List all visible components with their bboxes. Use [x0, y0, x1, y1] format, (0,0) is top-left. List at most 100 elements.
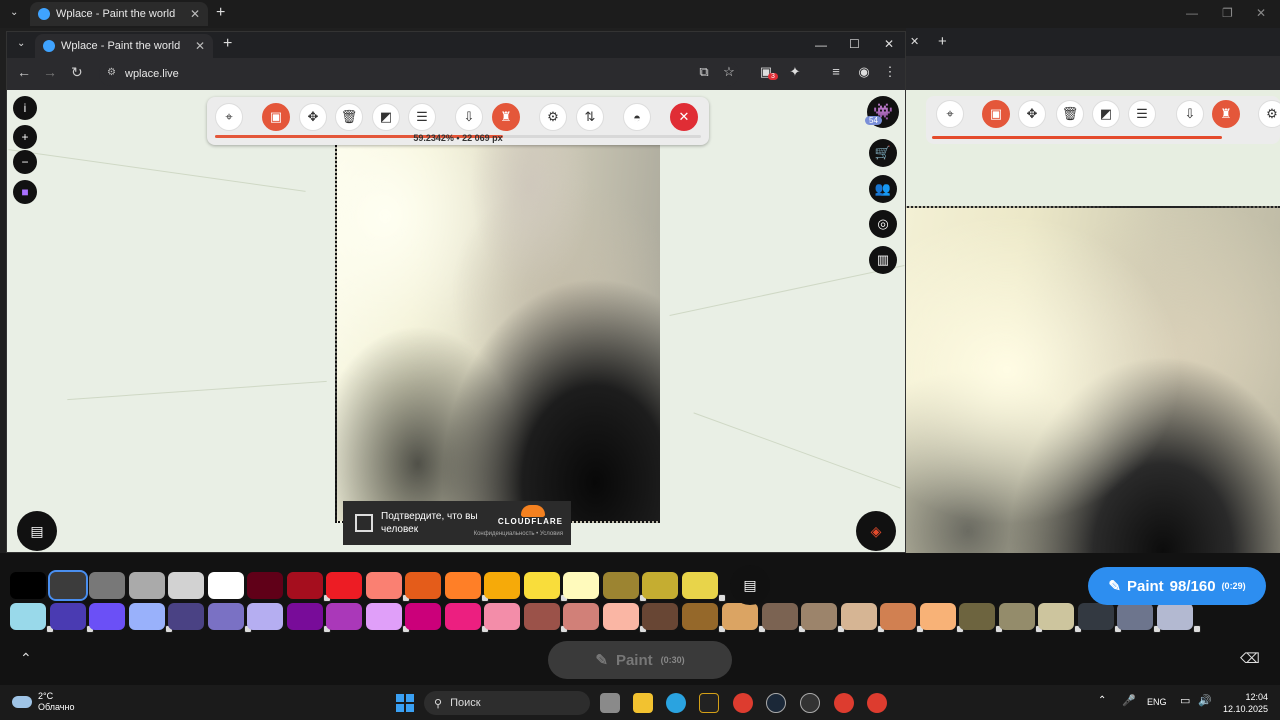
settings-icon[interactable]: ⚙	[539, 103, 567, 131]
bg-map-toggle-button[interactable]: ▤	[730, 565, 770, 605]
new-tab-icon[interactable]: +	[223, 35, 232, 53]
map-toggle-button[interactable]: ▤	[17, 511, 57, 551]
color-swatch[interactable]	[168, 603, 204, 630]
zoom-out-button[interactable]: −	[13, 150, 37, 174]
crosshair-icon[interactable]: ⌖	[215, 103, 243, 131]
close-window-icon[interactable]: ✕	[1256, 6, 1266, 20]
start-button[interactable]	[396, 694, 414, 712]
menu-icon[interactable]: ⋮	[883, 65, 897, 79]
clock[interactable]: 12:04 12.10.2025	[1216, 691, 1268, 715]
settings-icon[interactable]: ⚙	[1258, 100, 1280, 128]
color-swatch[interactable]	[801, 603, 837, 630]
color-swatch[interactable]	[880, 603, 916, 630]
color-swatch[interactable]	[563, 572, 599, 599]
color-swatch[interactable]	[128, 603, 165, 630]
search-location-button[interactable]: ◎	[869, 210, 897, 238]
new-tab-icon[interactable]: +	[216, 4, 225, 22]
resize-icon[interactable]: ◩	[372, 103, 400, 131]
color-swatch[interactable]	[10, 572, 46, 599]
color-swatch[interactable]	[89, 603, 125, 630]
resize-icon[interactable]: ◩	[1092, 100, 1120, 128]
layers-icon[interactable]: ☰	[1128, 100, 1156, 128]
color-swatch[interactable]	[247, 572, 283, 599]
sort-icon[interactable]: ⇅	[576, 103, 604, 131]
close-toolbar-button[interactable]: ✕	[670, 103, 698, 131]
color-swatch[interactable]	[444, 572, 481, 599]
fg-tab-wplace[interactable]: Wplace - Paint the world ✕	[35, 34, 213, 58]
color-swatch[interactable]	[89, 572, 125, 599]
color-swatch[interactable]	[602, 603, 639, 630]
puzzle-icon[interactable]: ✦	[788, 65, 802, 79]
color-swatch[interactable]	[10, 603, 46, 630]
color-swatch[interactable]	[523, 603, 560, 630]
reload-icon[interactable]: ↻	[71, 64, 83, 81]
color-swatch[interactable]	[761, 603, 798, 630]
locate-button[interactable]: ◈	[856, 511, 896, 551]
eraser-icon[interactable]: ⌫	[1240, 650, 1260, 667]
minimize-icon[interactable]: —	[1186, 6, 1198, 20]
color-swatch[interactable]	[286, 572, 323, 599]
openai-icon[interactable]	[800, 693, 820, 713]
discord-icon[interactable]: ◓	[623, 103, 651, 131]
chrome-icon[interactable]	[834, 693, 854, 713]
weather-widget[interactable]: 2°C Облачно	[12, 691, 74, 713]
color-swatch[interactable]	[602, 572, 639, 599]
layers-icon[interactable]: ☰	[408, 103, 436, 131]
color-swatch[interactable]	[484, 572, 520, 599]
color-swatch[interactable]	[1156, 603, 1193, 630]
trash-icon[interactable]: 🗑	[335, 103, 363, 131]
color-swatch[interactable]	[207, 572, 244, 599]
color-swatch[interactable]	[681, 603, 718, 630]
media-icon[interactable]: ≡	[829, 65, 843, 79]
close-icon[interactable]: ✕	[910, 35, 919, 48]
color-swatch[interactable]	[840, 603, 877, 630]
color-swatch[interactable]	[207, 603, 244, 630]
color-swatch[interactable]	[326, 572, 362, 599]
store-button[interactable]: 🛒	[869, 139, 897, 167]
language-indicator[interactable]: ENG	[1147, 697, 1167, 707]
tab-list-icon[interactable]: ⌄	[17, 38, 25, 49]
color-swatch[interactable]	[681, 572, 718, 599]
crosshair-icon[interactable]: ⌖	[936, 100, 964, 128]
alliance-button[interactable]: 👥	[869, 175, 897, 203]
color-swatch[interactable]	[642, 603, 678, 630]
color-swatch[interactable]	[405, 572, 441, 599]
trash-icon[interactable]: 🗑	[1056, 100, 1084, 128]
move-icon[interactable]: ✥	[1018, 100, 1046, 128]
color-swatch[interactable]	[168, 572, 204, 599]
maximize-icon[interactable]: ❐	[1222, 6, 1233, 20]
color-swatch[interactable]	[523, 572, 560, 599]
color-swatch[interactable]	[1077, 603, 1114, 630]
address-bar[interactable]: ⚙ wplace.live	[99, 62, 739, 86]
site-info-icon[interactable]: ⚙	[107, 67, 116, 78]
color-swatch[interactable]	[286, 603, 323, 630]
color-swatch[interactable]	[563, 603, 599, 630]
volume-icon[interactable]: 🔊	[1198, 694, 1212, 707]
captcha-links[interactable]: Конфиденциальность • Условия	[474, 530, 563, 538]
color-swatch[interactable]	[247, 603, 283, 630]
close-icon[interactable]: ✕	[195, 39, 205, 53]
color-swatch[interactable]	[642, 572, 678, 599]
steam-icon[interactable]	[766, 693, 786, 713]
image-icon[interactable]: ▣	[262, 103, 290, 131]
telegram-icon[interactable]	[666, 693, 686, 713]
export-icon[interactable]: ⇩	[1176, 100, 1204, 128]
bot-icon[interactable]: ♜	[1212, 100, 1240, 128]
chrome-icon[interactable]	[733, 693, 753, 713]
move-icon[interactable]: ✥	[299, 103, 327, 131]
paint-button-disabled[interactable]: ✎ Paint (0:30)	[548, 641, 732, 679]
color-swatch[interactable]	[365, 603, 402, 630]
color-swatch[interactable]	[722, 603, 758, 630]
color-swatch[interactable]	[998, 603, 1035, 630]
color-swatch[interactable]	[326, 603, 362, 630]
minimize-icon[interactable]: —	[815, 38, 827, 52]
color-swatch[interactable]	[49, 603, 86, 630]
color-swatch[interactable]	[1038, 603, 1074, 630]
taskbar-search[interactable]: ⚲ Поиск	[424, 691, 590, 715]
paint-button[interactable]: ✎ Paint 98/160 (0:29)	[1088, 567, 1266, 605]
leaderboard-button[interactable]: ▥	[869, 246, 897, 274]
close-window-icon[interactable]: ✕	[884, 37, 894, 51]
color-swatch[interactable]	[484, 603, 520, 630]
file-explorer-icon[interactable]	[633, 693, 653, 713]
color-swatch[interactable]	[959, 603, 995, 630]
